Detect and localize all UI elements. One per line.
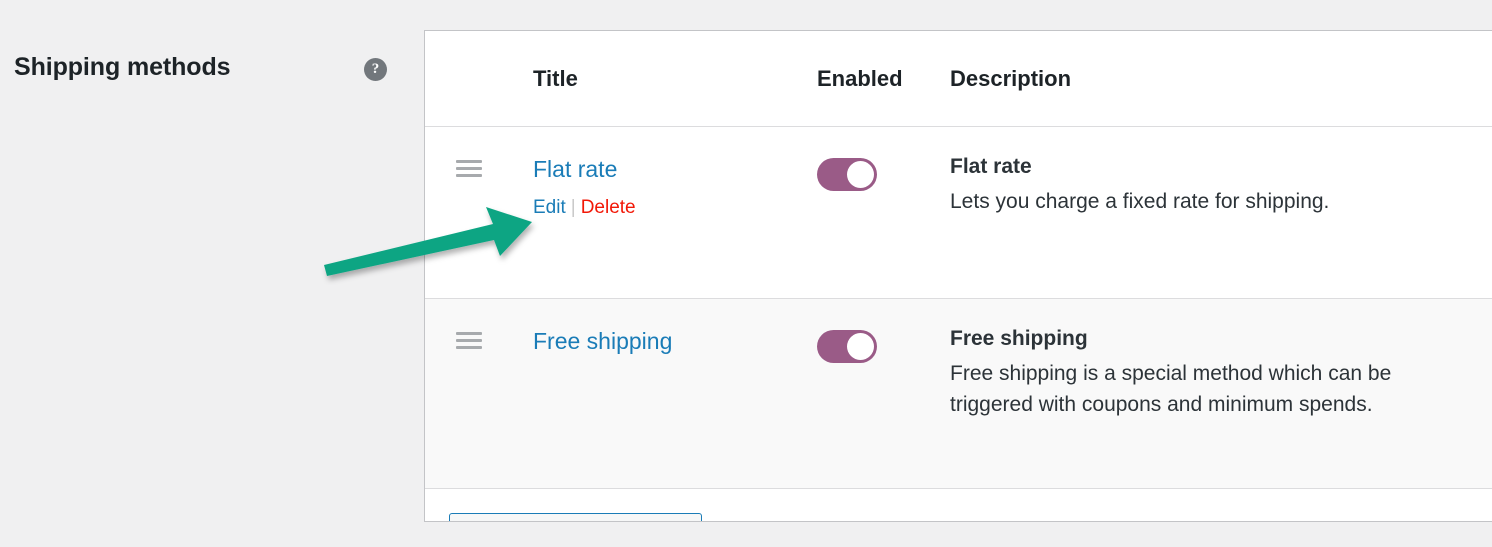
table-header-row: Title Enabled Description (425, 31, 1492, 127)
shipping-method-link-flat-rate[interactable]: Flat rate (533, 156, 617, 182)
shipping-methods-table: Title Enabled Description Flat rate Edit… (425, 31, 1492, 489)
description-title: Free shipping (950, 327, 1088, 350)
shipping-method-link-free-shipping[interactable]: Free shipping (533, 328, 672, 354)
description-body: Lets you charge a fixed rate for shippin… (950, 190, 1330, 214)
column-header-description: Description (950, 31, 1492, 127)
panel-footer: Add shipping method (425, 489, 1492, 521)
column-header-enabled: Enabled (815, 31, 950, 127)
row-title-cell: Flat rate Edit | Delete (530, 126, 815, 299)
enabled-toggle-flat-rate[interactable] (817, 158, 877, 191)
table-row: Free shipping Free shipping Free shippin… (425, 298, 1492, 489)
row-title-cell: Free shipping (530, 298, 815, 489)
screen-root: Shipping methods ? Title Enabled Descrip… (0, 0, 1492, 547)
row-enabled-cell (815, 126, 950, 299)
edit-link[interactable]: Edit (533, 197, 566, 218)
row-sort-cell (425, 126, 530, 299)
row-description-cell: Flat rate Lets you charge a fixed rate f… (950, 126, 1492, 299)
page-title: Shipping methods (14, 53, 231, 81)
row-actions: Edit | Delete (533, 197, 815, 220)
row-sort-cell (425, 298, 530, 489)
description-title: Flat rate (950, 155, 1032, 178)
section-header: Shipping methods ? (0, 30, 424, 522)
row-description-cell: Free shipping Free shipping is a special… (950, 298, 1492, 489)
description-body: Free shipping is a special method which … (950, 362, 1392, 416)
section-header-row: Shipping methods ? (14, 52, 404, 82)
enabled-toggle-free-shipping[interactable] (817, 330, 877, 363)
column-header-title: Title (530, 31, 815, 127)
drag-handle-icon[interactable] (456, 160, 482, 180)
table-body: Flat rate Edit | Delete Flat rate Lets you… (425, 126, 1492, 489)
help-circle-icon[interactable]: ? (364, 58, 387, 81)
add-shipping-method-button[interactable]: Add shipping method (449, 513, 702, 521)
column-header-sort (425, 31, 530, 127)
shipping-methods-panel: Title Enabled Description Flat rate Edit… (424, 30, 1492, 522)
toggle-knob-icon (847, 161, 874, 188)
actions-separator: | (570, 197, 576, 219)
table-row: Flat rate Edit | Delete Flat rate Lets you… (425, 126, 1492, 299)
row-enabled-cell (815, 298, 950, 489)
delete-link[interactable]: Delete (581, 197, 636, 218)
table-header: Title Enabled Description (425, 31, 1492, 127)
drag-handle-icon[interactable] (456, 332, 482, 352)
toggle-knob-icon (847, 333, 874, 360)
